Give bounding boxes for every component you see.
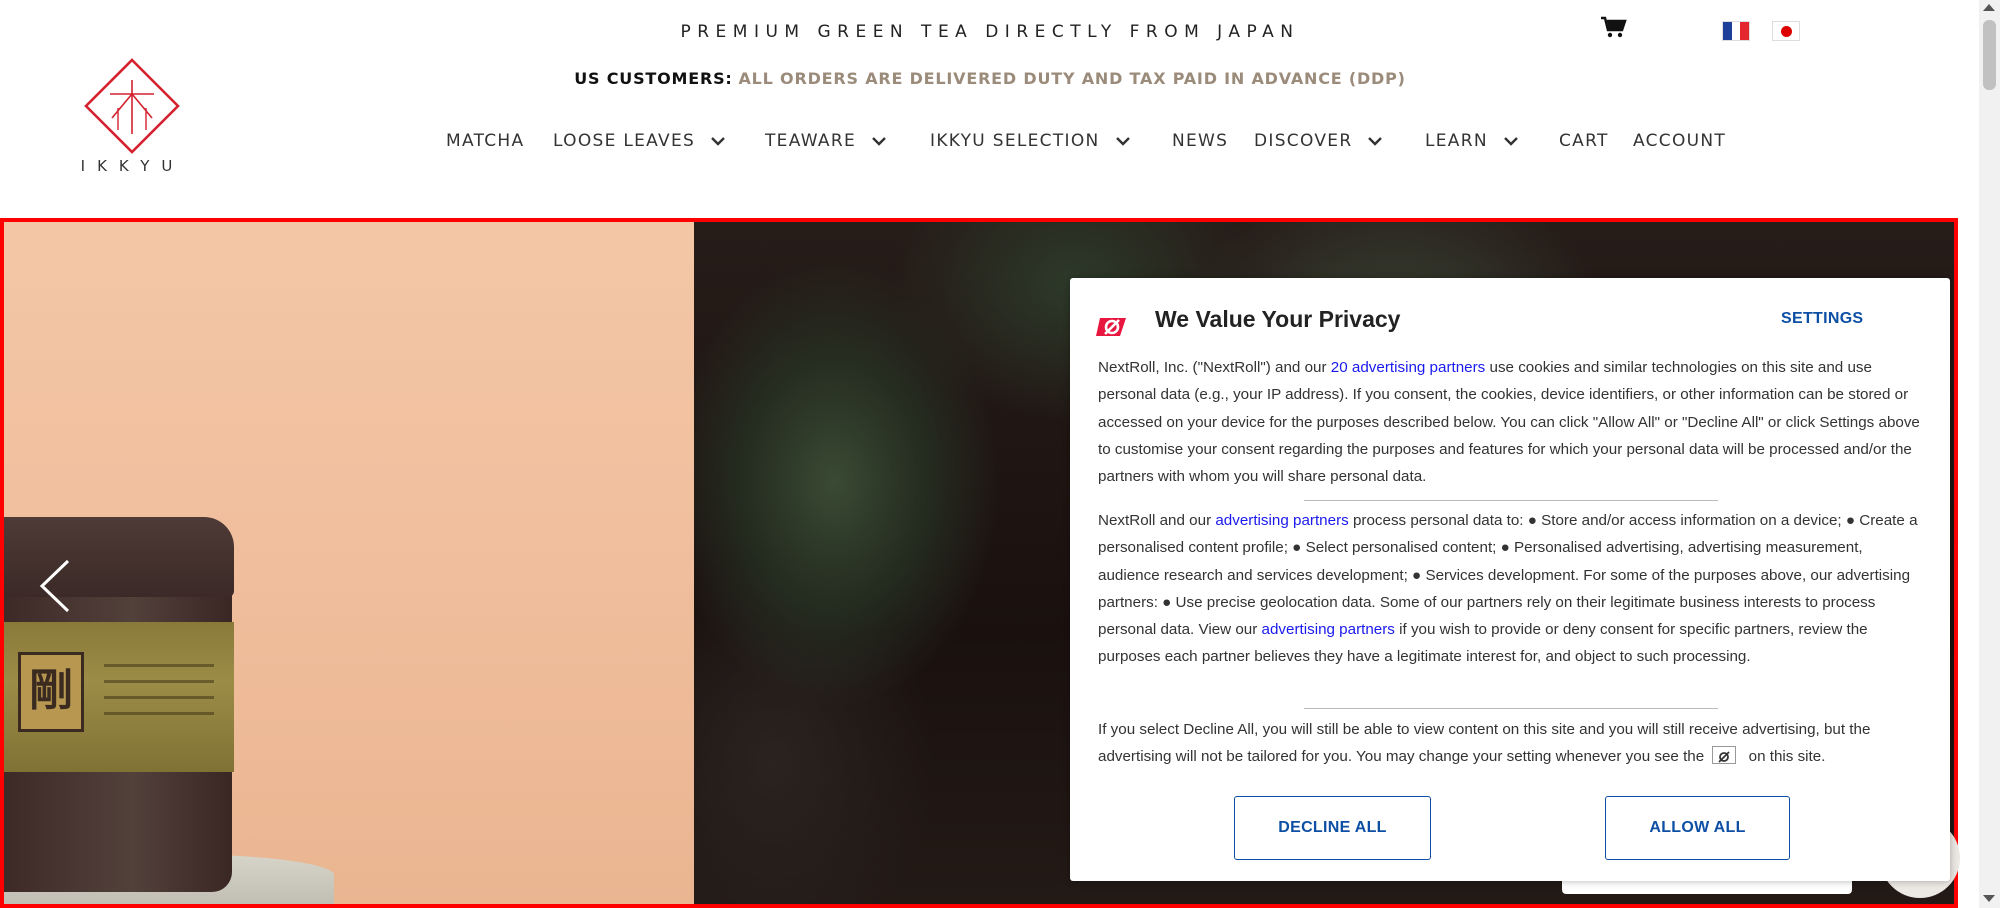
page-scrollbar[interactable] [1979,0,2000,908]
consent-divider [1304,708,1718,709]
tea-tin-lid [4,517,234,597]
chevron-down-icon [1115,137,1130,146]
consent-paragraph-purposes: NextRoll and our advertising partners pr… [1098,507,1924,671]
nav-label: NEWS [1172,131,1229,151]
tea-tin-kanji: 剛 [18,652,84,732]
nav-account[interactable]: ACCOUNT [1633,131,1726,151]
nav-cart[interactable]: CART [1559,131,1609,151]
consent-paragraph-decline: If you select Decline All, you will stil… [1098,716,1924,771]
consent-text: on this site. [1744,748,1826,766]
tea-tin-text-lines [104,654,214,750]
chevron-down-icon [711,137,725,146]
consent-text: NextRoll and our [1098,512,1216,529]
advertising-partners-link[interactable]: advertising partners [1262,621,1395,638]
nav-label: CART [1559,131,1609,151]
nav-label: TEAWARE [765,131,856,151]
us-customers-notice: US CUSTOMERS: ALL ORDERS ARE DELIVERED D… [0,69,1980,88]
chevron-down-icon [1504,137,1518,146]
nav-label: DISCOVER [1254,131,1353,151]
france-flag-icon[interactable] [1722,21,1750,41]
nav-loose-leaves[interactable]: LOOSE LEAVES [553,131,725,151]
consent-divider [1304,500,1718,501]
nav-label: MATCHA [446,131,525,151]
nextroll-inline-icon[interactable] [1712,746,1737,765]
cart-icon[interactable] [1601,16,1627,38]
chevron-left-icon[interactable] [38,558,72,614]
advertising-partners-link[interactable]: advertising partners [1215,512,1348,529]
nav-ikkyu-selection[interactable]: IKKYU SELECTION [930,131,1130,151]
consent-text: use cookies and similar technologies on … [1098,359,1920,486]
consent-text: NextRoll, Inc. ("NextRoll") and our [1098,359,1331,376]
consent-title: We Value Your Privacy [1155,306,1401,332]
decline-all-button[interactable]: DECLINE ALL [1234,796,1431,860]
nextroll-logo-icon [1096,318,1126,336]
header-tagline: PREMIUM GREEN TEA DIRECTLY FROM JAPAN [680,22,1300,42]
nav-learn[interactable]: LEARN [1425,131,1518,151]
nav-label: LEARN [1425,131,1488,151]
settings-button[interactable]: SETTINGS [1781,310,1863,328]
ddp-note: ALL ORDERS ARE DELIVERED DUTY AND TAX PA… [738,69,1406,88]
nav-matcha[interactable]: MATCHA [446,131,524,151]
nav-news[interactable]: NEWS [1172,131,1228,151]
consent-text: process personal data to: ● Store and/or… [1098,512,1918,639]
hero-slide-product: 剛 [4,222,694,904]
chevron-down-icon [1368,137,1383,146]
advertising-partners-link[interactable]: 20 advertising partners [1331,359,1486,376]
allow-all-button[interactable]: ALLOW ALL [1605,796,1790,860]
privacy-consent-dialog: We Value Your Privacy SETTINGS NextRoll,… [1070,278,1950,881]
us-customers-label: US CUSTOMERS: [574,69,733,88]
nav-label: LOOSE LEAVES [553,131,696,151]
scroll-up-arrow-icon[interactable] [1983,4,1995,11]
chevron-down-icon [872,137,886,146]
nav-label: ACCOUNT [1633,131,1727,151]
japan-flag-icon[interactable] [1772,21,1800,41]
scroll-down-arrow-icon[interactable] [1983,895,1995,902]
main-nav: MATCHA LOOSE LEAVES TEAWARE IKKYU SELECT… [0,131,1980,161]
nav-discover[interactable]: DISCOVER [1254,131,1383,151]
nav-teaware[interactable]: TEAWARE [765,131,886,151]
consent-paragraph-intro: NextRoll, Inc. ("NextRoll") and our 20 a… [1098,354,1924,490]
nav-label: IKKYU SELECTION [930,131,1100,151]
scroll-thumb[interactable] [1983,20,1996,90]
